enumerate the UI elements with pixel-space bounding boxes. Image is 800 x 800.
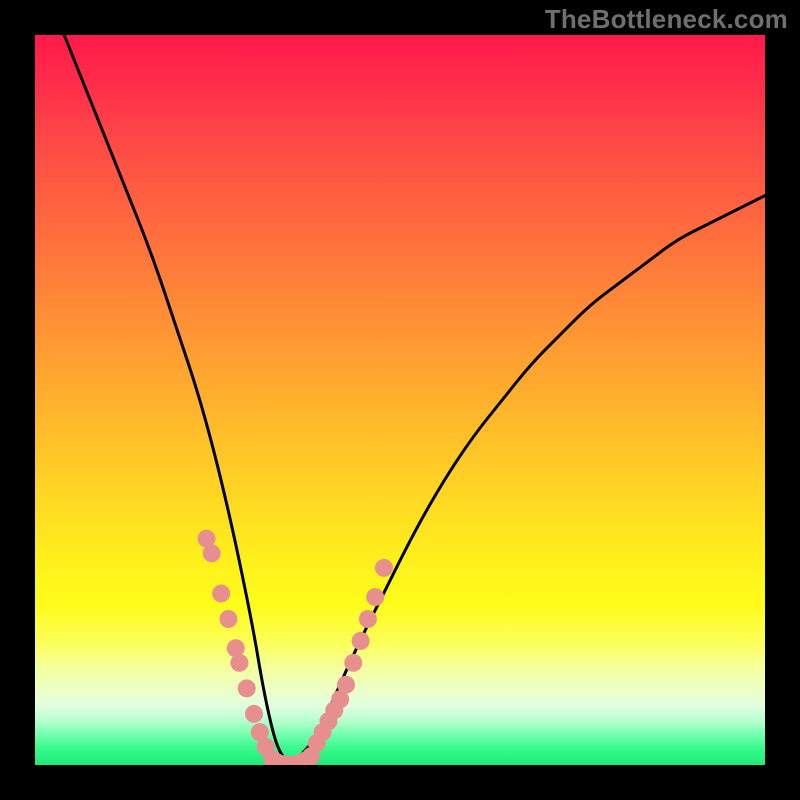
- data-dot: [245, 705, 263, 723]
- data-dot: [230, 654, 248, 672]
- data-dot: [337, 676, 355, 694]
- data-dot: [352, 632, 370, 650]
- data-dot: [344, 654, 362, 672]
- data-dot: [203, 544, 221, 562]
- bottleneck-curve: [64, 35, 765, 763]
- data-dot: [219, 610, 237, 628]
- data-dot: [366, 588, 384, 606]
- data-dot: [359, 610, 377, 628]
- data-dot: [238, 679, 256, 697]
- plot-area: [35, 35, 765, 765]
- chart-frame: TheBottleneck.com: [0, 0, 800, 800]
- curve-layer: [35, 35, 765, 765]
- watermark-text: TheBottleneck.com: [545, 4, 788, 35]
- data-dot: [375, 559, 393, 577]
- data-dots: [198, 530, 393, 765]
- data-dot: [212, 584, 230, 602]
